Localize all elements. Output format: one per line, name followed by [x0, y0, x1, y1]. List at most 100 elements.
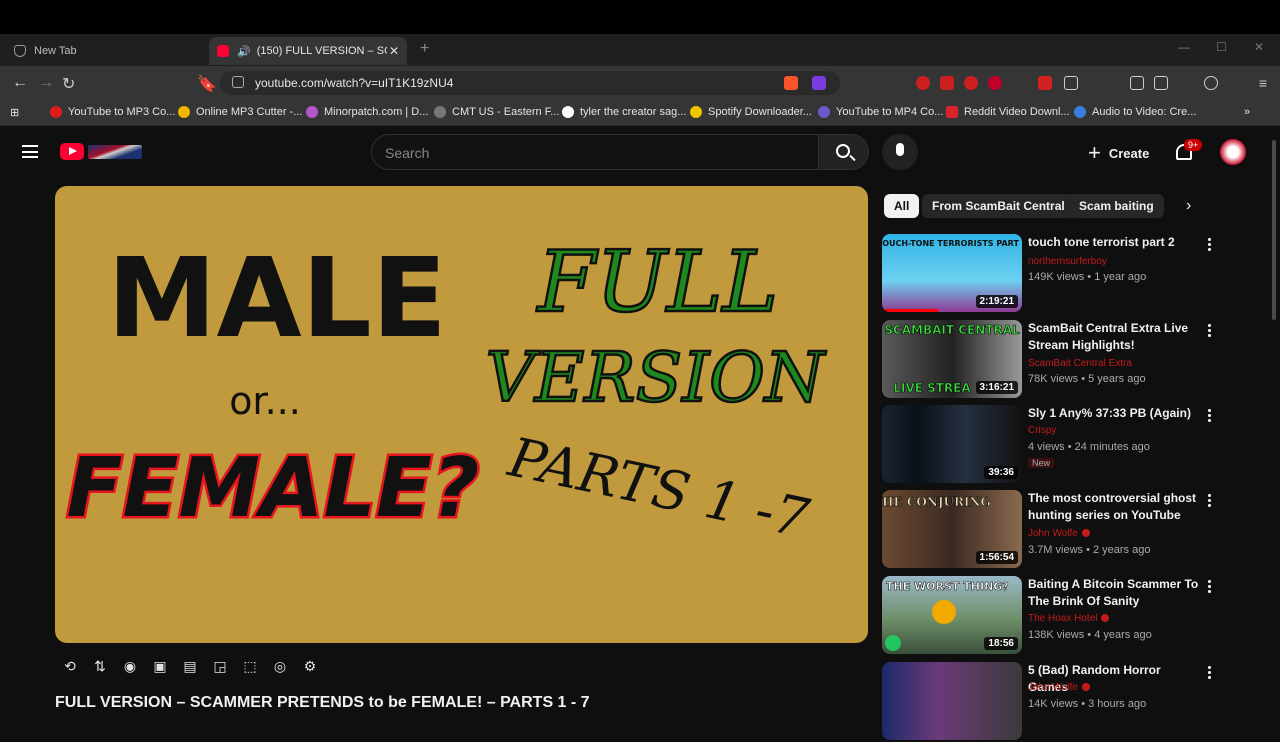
forward-icon[interactable]: → — [38, 74, 54, 92]
brave-rewards-icon[interactable] — [812, 76, 826, 90]
avatar[interactable] — [1220, 139, 1246, 165]
rec-channel[interactable]: John Wolfe — [1028, 528, 1090, 539]
more-options-icon[interactable] — [1208, 666, 1211, 680]
rec-title[interactable]: ScamBait Central Extra Live Stream Highl… — [1028, 320, 1200, 354]
speaker-icon[interactable]: 🔊 — [237, 45, 251, 58]
reload-icon[interactable]: ↻ — [62, 74, 75, 94]
create-button[interactable]: + Create — [1088, 140, 1149, 166]
rec-meta: 138K views • 4 years ago — [1028, 629, 1152, 641]
rec-meta: 14K views • 3 hours ago — [1028, 698, 1147, 710]
list-item[interactable]: THE WORST THING? 18:56 Baiting A Bitcoin… — [882, 576, 1222, 656]
extension-red-icon[interactable] — [940, 76, 954, 90]
video-player[interactable]: MALE or... FEMALE? FULL VERSION PARTS 1 … — [55, 186, 868, 643]
chip-all[interactable]: All — [884, 194, 920, 218]
leo-icon[interactable] — [1204, 76, 1218, 90]
more-options-icon[interactable] — [1208, 409, 1211, 423]
clapper-icon[interactable]: ▤ — [181, 659, 199, 673]
scrollbar[interactable] — [1272, 140, 1276, 320]
media-icon[interactable] — [1130, 76, 1144, 90]
video-thumbnail[interactable]: SCAMBAIT CENTRAL LIVE STREA 3:16:21 — [882, 320, 1022, 398]
chip-scam-baiting[interactable]: Scam baiting — [1069, 194, 1164, 218]
video-thumbnail[interactable]: 39:36 — [882, 405, 1022, 483]
extension-pen-icon[interactable] — [1038, 76, 1052, 90]
chip-from-channel[interactable]: From ScamBait Central — [922, 194, 1075, 218]
rec-channel[interactable]: ScamBait Central Extra — [1028, 358, 1132, 369]
brave-shields-icon[interactable] — [784, 76, 798, 90]
bookmark-item[interactable]: Minorpatch.com | D... — [306, 106, 428, 118]
new-tab-button[interactable]: + — [420, 40, 429, 58]
list-item[interactable]: 5 (Bad) Random Horror Games John Wolfe 1… — [882, 662, 1222, 742]
thumb-or-text: or... — [229, 379, 301, 423]
bookmark-item[interactable]: YouTube to MP4 Co... — [818, 106, 943, 118]
rec-title[interactable]: The most controversial ghost hunting ser… — [1028, 490, 1200, 524]
rec-meta: 4 views • 24 minutes ago — [1028, 441, 1150, 453]
bookmark-icon[interactable]: 🔖 — [197, 74, 217, 94]
rec-title[interactable]: Sly 1 Any% 37:33 PB (Again) — [1028, 405, 1200, 422]
rec-channel[interactable]: The Hoax Hotel — [1028, 613, 1110, 624]
url-text[interactable]: youtube.com/watch?v=uIT1K19zNU4 — [255, 76, 453, 90]
youtube-logo-icon[interactable] — [60, 143, 84, 160]
brave-shield-icon — [14, 45, 26, 57]
bookmark-item[interactable]: tyler the creator sag... — [562, 106, 686, 118]
chevron-right-icon[interactable]: › — [1186, 197, 1191, 215]
close-window-icon[interactable]: ✕ — [1254, 40, 1264, 54]
close-tab-icon[interactable]: ✕ — [389, 44, 399, 58]
hamburger-menu-icon[interactable] — [22, 145, 38, 158]
rec-meta: 149K views • 1 year ago — [1028, 271, 1147, 283]
bookmark-item[interactable]: YouTube to MP3 Co... — [50, 106, 175, 118]
extension-youtube-icon[interactable] — [916, 76, 930, 90]
tab-youtube[interactable]: 🔊 (150) FULL VERSION – SCAM ✕ — [209, 37, 407, 65]
sort-icon[interactable]: ⇅ — [91, 659, 109, 673]
more-options-icon[interactable] — [1208, 580, 1211, 594]
list-item[interactable]: SCAMBAIT CENTRAL LIVE STREA 3:16:21 Scam… — [882, 320, 1222, 400]
more-options-icon[interactable] — [1208, 324, 1211, 338]
video-thumbnail[interactable]: THE WORST THING? 18:56 — [882, 576, 1022, 654]
bookmark-favicon-icon — [50, 106, 62, 118]
screenshot-icon[interactable]: ◎ — [271, 659, 289, 673]
search-input[interactable] — [371, 134, 819, 170]
more-bookmarks-icon[interactable]: » — [1244, 106, 1250, 118]
duration-badge: 39:36 — [984, 466, 1018, 479]
rec-channel[interactable]: John Wolfe — [1028, 682, 1090, 693]
list-item[interactable]: THE CONJURING 1:56:54 The most controver… — [882, 490, 1222, 570]
bookmark-favicon-icon — [306, 106, 318, 118]
bookmark-item[interactable]: Online MP3 Cutter -... — [178, 106, 302, 118]
broadcast-icon[interactable]: ◉ — [121, 659, 139, 673]
more-options-icon[interactable] — [1208, 238, 1211, 252]
settings-gear-icon[interactable]: ⚙ — [301, 659, 319, 673]
video-thumbnail[interactable] — [882, 662, 1022, 740]
bookmark-item[interactable]: Spotify Downloader... — [690, 106, 812, 118]
site-info-icon[interactable] — [232, 76, 244, 88]
voice-search-button[interactable] — [882, 134, 918, 170]
list-item[interactable]: TOUCH-TONE TERRORISTS PART 2 2:19:21 tou… — [882, 234, 1222, 314]
ublock-icon[interactable] — [988, 76, 1002, 90]
menu-icon[interactable]: ≡ — [1256, 76, 1270, 90]
bookmark-item[interactable]: CMT US - Eastern F... — [434, 106, 559, 118]
globe-icon — [434, 106, 446, 118]
bookmark-item[interactable]: Audio to Video: Cre... — [1074, 106, 1196, 118]
hide-icon[interactable]: ▣ — [151, 659, 169, 673]
bookmark-item[interactable]: Reddit Video Downl... — [946, 106, 1070, 118]
rec-title[interactable]: Baiting A Bitcoin Scammer To The Brink O… — [1028, 576, 1200, 610]
sidebar-icon[interactable] — [1154, 76, 1168, 90]
back-icon[interactable]: ← — [12, 74, 28, 92]
rec-title[interactable]: touch tone terrorist part 2 — [1028, 234, 1200, 251]
loop-icon[interactable]: ⟲ — [61, 659, 79, 673]
rec-channel[interactable]: Crispy — [1028, 425, 1056, 436]
list-item[interactable]: 39:36 Sly 1 Any% 37:33 PB (Again) Crispy… — [882, 405, 1222, 485]
minimize-icon[interactable]: — — [1178, 40, 1190, 54]
expand-icon[interactable]: ⬚ — [241, 659, 259, 673]
video-thumbnail[interactable]: TOUCH-TONE TERRORISTS PART 2 2:19:21 — [882, 234, 1022, 312]
more-options-icon[interactable] — [1208, 494, 1211, 508]
extension-play-icon[interactable] — [964, 76, 978, 90]
rec-channel[interactable]: northernsurferboy — [1028, 256, 1107, 267]
picture-in-picture-icon[interactable]: ◲ — [211, 659, 229, 673]
video-title: FULL VERSION – SCAMMER PRETENDS to be FE… — [55, 694, 590, 711]
tab-new-tab[interactable]: New Tab — [8, 38, 203, 64]
rec-meta: 3.7M views • 2 years ago — [1028, 544, 1151, 556]
maximize-icon[interactable]: ☐ — [1216, 40, 1227, 54]
extensions-puzzle-icon[interactable] — [1064, 76, 1078, 90]
apps-grid-icon[interactable]: ⊞ — [10, 106, 19, 119]
thumb-male-text: MALE — [107, 234, 447, 362]
video-thumbnail[interactable]: THE CONJURING 1:56:54 — [882, 490, 1022, 568]
